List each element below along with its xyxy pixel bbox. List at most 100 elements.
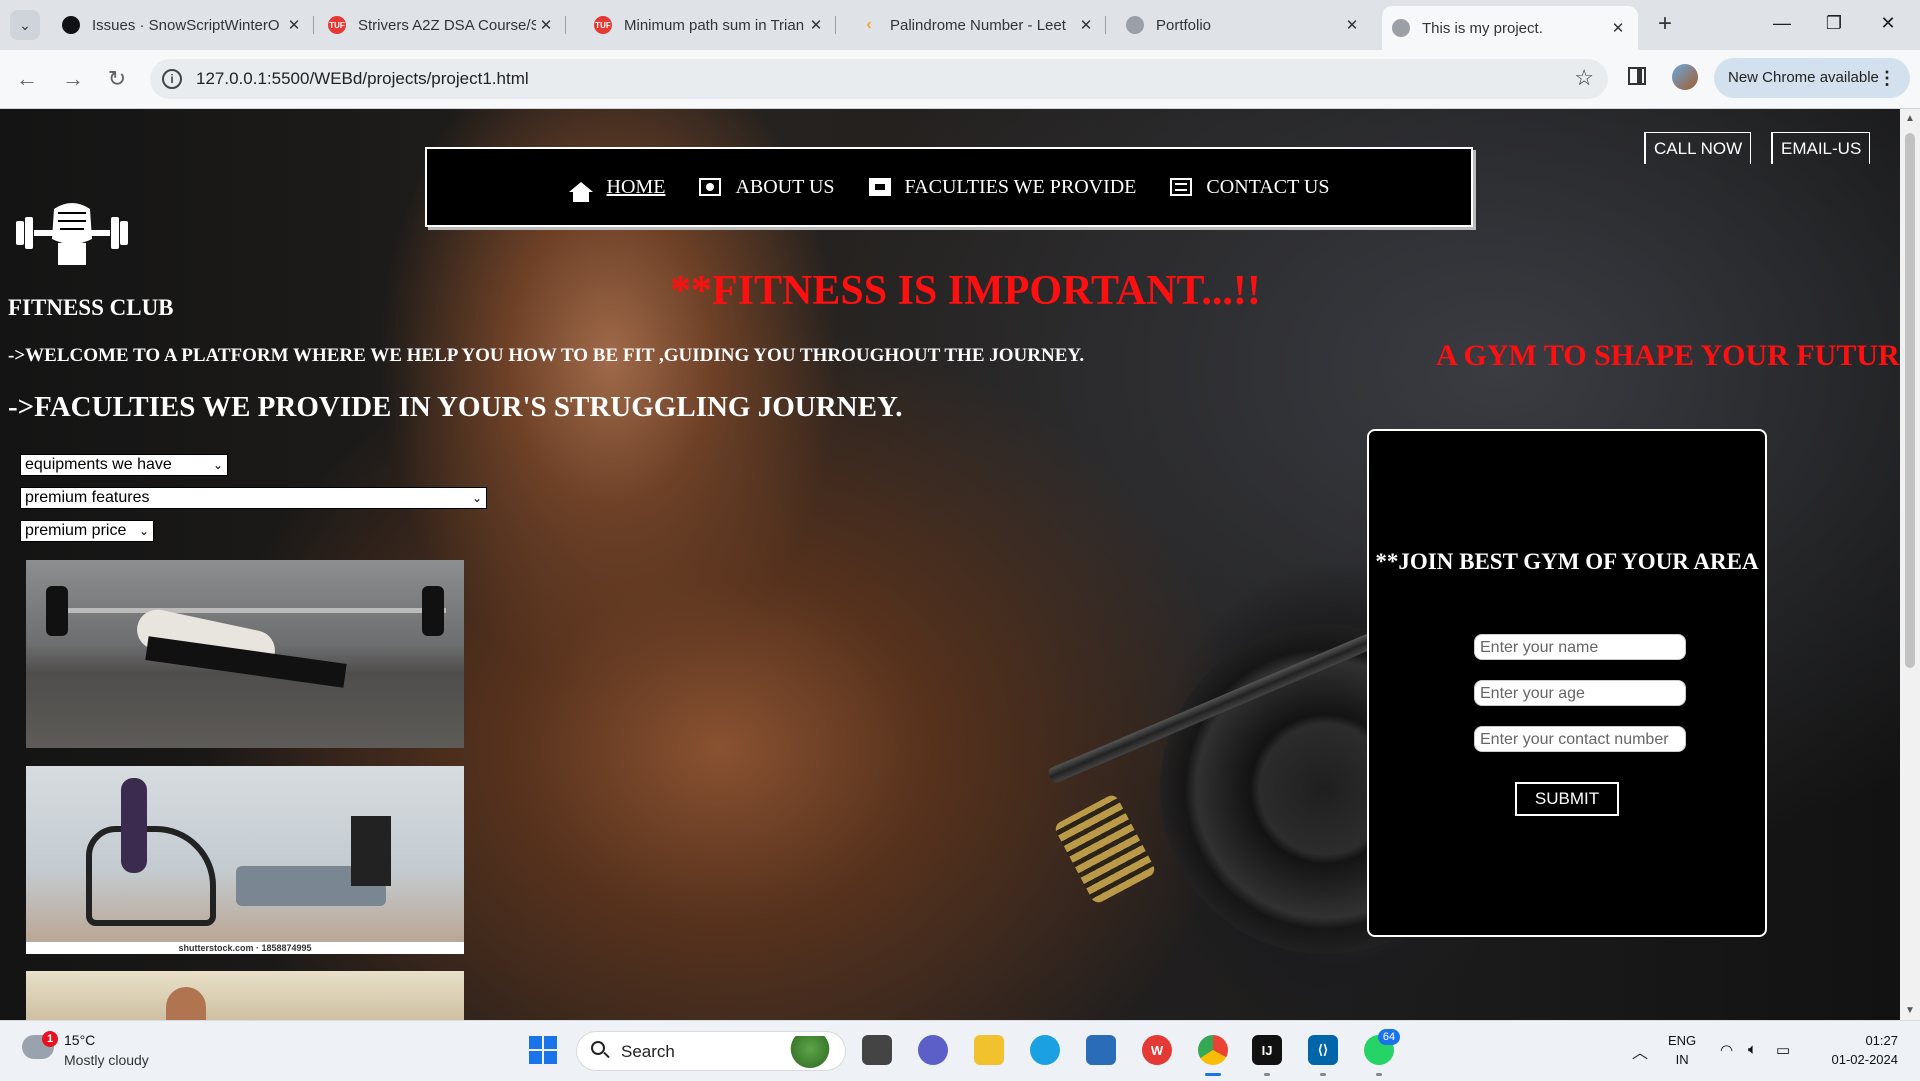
more-menu-icon[interactable]: ⋮: [1878, 58, 1896, 98]
region-code: IN: [1675, 1052, 1689, 1067]
edge-icon[interactable]: [1030, 1035, 1060, 1065]
tab-portfolio[interactable]: Portfolio ✕: [1116, 8, 1372, 42]
tab-title: Minimum path sum in Trian: [624, 16, 805, 34]
restore-button[interactable]: ❐: [1812, 8, 1856, 38]
github-icon: [62, 16, 80, 34]
tab-title: Portfolio: [1156, 16, 1212, 34]
search-highlight-icon: [785, 1036, 835, 1068]
file-explorer-icon[interactable]: [974, 1035, 1004, 1065]
intellij-running-indicator: [1264, 1073, 1270, 1076]
tab-palindrome-number[interactable]: ‹ Palindrome Number - Leet ✕: [850, 8, 1106, 42]
main-nav: HOME ABOUT US FACULTIES WE PROVIDE CONTA…: [425, 147, 1473, 227]
workout-photo: [26, 971, 464, 1020]
contact-number-input[interactable]: Enter your contact number: [1474, 726, 1686, 752]
premium-price-select[interactable]: premium price ⌄: [20, 520, 154, 542]
update-label: New Chrome available: [1728, 69, 1879, 86]
nav-home[interactable]: HOME: [568, 175, 666, 202]
nav-about-us[interactable]: ABOUT US: [699, 176, 835, 199]
tab-search-button[interactable]: ⌄: [10, 10, 40, 40]
language-indicator[interactable]: ENG IN: [1668, 1031, 1696, 1069]
close-icon[interactable]: ✕: [536, 16, 556, 34]
weather-temperature: 15°C: [64, 1032, 96, 1048]
windows-taskbar: 1 15°C Mostly cloudy Search W IJ ⟨⟩ 64 ︿…: [0, 1020, 1920, 1081]
vscode-running-indicator: [1320, 1073, 1326, 1076]
name-input[interactable]: Enter your name: [1474, 634, 1686, 660]
wps-office-icon[interactable]: W: [1142, 1035, 1172, 1065]
volume-icon[interactable]: 🔈︎: [1748, 1041, 1757, 1058]
task-view-icon[interactable]: [862, 1035, 892, 1065]
minimize-button[interactable]: —: [1760, 8, 1804, 38]
address-bar[interactable]: i 127.0.0.1:5500/WEBd/projects/project1.…: [150, 59, 1608, 99]
intellij-icon[interactable]: IJ: [1252, 1035, 1282, 1065]
dumbbell-fist-logo: [16, 203, 128, 265]
side-panel-icon[interactable]: [1628, 67, 1646, 85]
join-form: **JOIN BEST GYM OF YOUR AREA Enter your …: [1367, 429, 1767, 937]
browser-toolbar: ← → ↻ i 127.0.0.1:5500/WEBd/projects/pro…: [0, 50, 1920, 109]
tab-minimum-path-sum[interactable]: TUF Minimum path sum in Trian ✕: [584, 8, 836, 42]
close-icon[interactable]: ✕: [1608, 19, 1628, 37]
chevron-down-icon: ⌄: [19, 16, 31, 33]
windows-icon: [529, 1036, 557, 1064]
camera-icon: [699, 178, 722, 196]
tab-github-issues[interactable]: Issues · SnowScriptWinterO ✕: [52, 8, 314, 42]
age-input[interactable]: Enter your age: [1474, 680, 1686, 706]
nav-faculties[interactable]: FACULTIES WE PROVIDE: [868, 175, 1137, 199]
phone-icon: [1170, 178, 1193, 196]
premium-features-select[interactable]: premium features ⌄: [20, 487, 487, 509]
chat-icon[interactable]: [918, 1035, 948, 1065]
vscode-icon[interactable]: ⟨⟩: [1308, 1035, 1338, 1065]
select-value: premium price: [25, 522, 127, 539]
whatsapp-running-indicator: [1376, 1073, 1382, 1076]
new-tab-button[interactable]: +: [1650, 10, 1680, 40]
faculties-heading: ->FACULTIES WE PROVIDE IN YOUR'S STRUGGL…: [8, 391, 903, 423]
nav-contact-us[interactable]: CONTACT US: [1170, 176, 1329, 199]
url-text[interactable]: 127.0.0.1:5500/WEBd/projects/project1.ht…: [196, 69, 529, 89]
email-us-button[interactable]: EMAIL-US: [1771, 132, 1871, 164]
bookmark-star-icon[interactable]: ☆: [1574, 65, 1594, 91]
close-icon[interactable]: ✕: [806, 16, 826, 34]
chevron-up-icon[interactable]: ︿: [1632, 1039, 1648, 1063]
page-scrollbar[interactable]: ▲ ▼: [1900, 109, 1920, 1020]
close-window-button[interactable]: ✕: [1866, 8, 1910, 38]
tab-title: Issues · SnowScriptWinterO: [92, 16, 280, 34]
close-icon[interactable]: ✕: [1342, 16, 1362, 34]
scroll-down-icon[interactable]: ▼: [1900, 1005, 1920, 1016]
nav-label: HOME: [606, 175, 666, 198]
background-wrist-wrap: [1052, 792, 1158, 906]
close-icon[interactable]: ✕: [1076, 16, 1096, 34]
chrome-running-indicator: [1205, 1073, 1221, 1076]
scroll-up-icon[interactable]: ▲: [1900, 113, 1920, 124]
scrollbar-thumb[interactable]: [1905, 133, 1915, 668]
submit-button[interactable]: SUBMIT: [1515, 782, 1619, 816]
tuf-icon: TUF: [328, 16, 346, 34]
forward-button[interactable]: →: [56, 62, 90, 96]
nav-label: CONTACT US: [1206, 175, 1330, 198]
select-value: equipments we have: [25, 456, 172, 473]
tab-title: Strivers A2Z DSA Course/S: [358, 16, 536, 34]
back-button[interactable]: ←: [10, 62, 44, 96]
profile-avatar[interactable]: [1672, 64, 1698, 90]
call-now-button[interactable]: CALL NOW: [1644, 132, 1752, 164]
tuf-icon: TUF: [594, 16, 612, 34]
start-button[interactable]: [528, 1035, 558, 1065]
battery-icon[interactable]: ▭: [1776, 1041, 1790, 1059]
search-label: Search: [621, 1042, 675, 1061]
wifi-icon[interactable]: ◠: [1720, 1041, 1733, 1059]
system-clock[interactable]: 01:27 01-02-2024: [1818, 1031, 1899, 1069]
tab-title: This is my project.: [1422, 19, 1543, 37]
language-code: ENG: [1668, 1033, 1697, 1048]
chevron-down-icon: ⌄: [212, 458, 223, 472]
chrome-icon[interactable]: [1198, 1035, 1228, 1065]
close-icon[interactable]: ✕: [284, 16, 304, 34]
chrome-update-button[interactable]: New Chrome available ⋮: [1714, 58, 1910, 98]
microsoft-store-icon[interactable]: [1086, 1035, 1116, 1065]
reload-button[interactable]: ↻: [100, 62, 134, 96]
taskbar-search[interactable]: Search: [576, 1031, 846, 1071]
nav-label: FACULTIES WE PROVIDE: [904, 175, 1137, 198]
browser-tab-strip: ⌄ Issues · SnowScriptWinterO ✕ TUF Striv…: [0, 0, 1920, 50]
equipments-select[interactable]: equipments we have ⌄: [20, 454, 228, 476]
tab-this-is-my-project[interactable]: This is my project. ✕: [1382, 6, 1638, 50]
site-info-icon[interactable]: i: [162, 69, 182, 89]
tab-strivers-course[interactable]: TUF Strivers A2Z DSA Course/S ✕: [318, 8, 566, 42]
bench-press-photo: [26, 560, 464, 748]
